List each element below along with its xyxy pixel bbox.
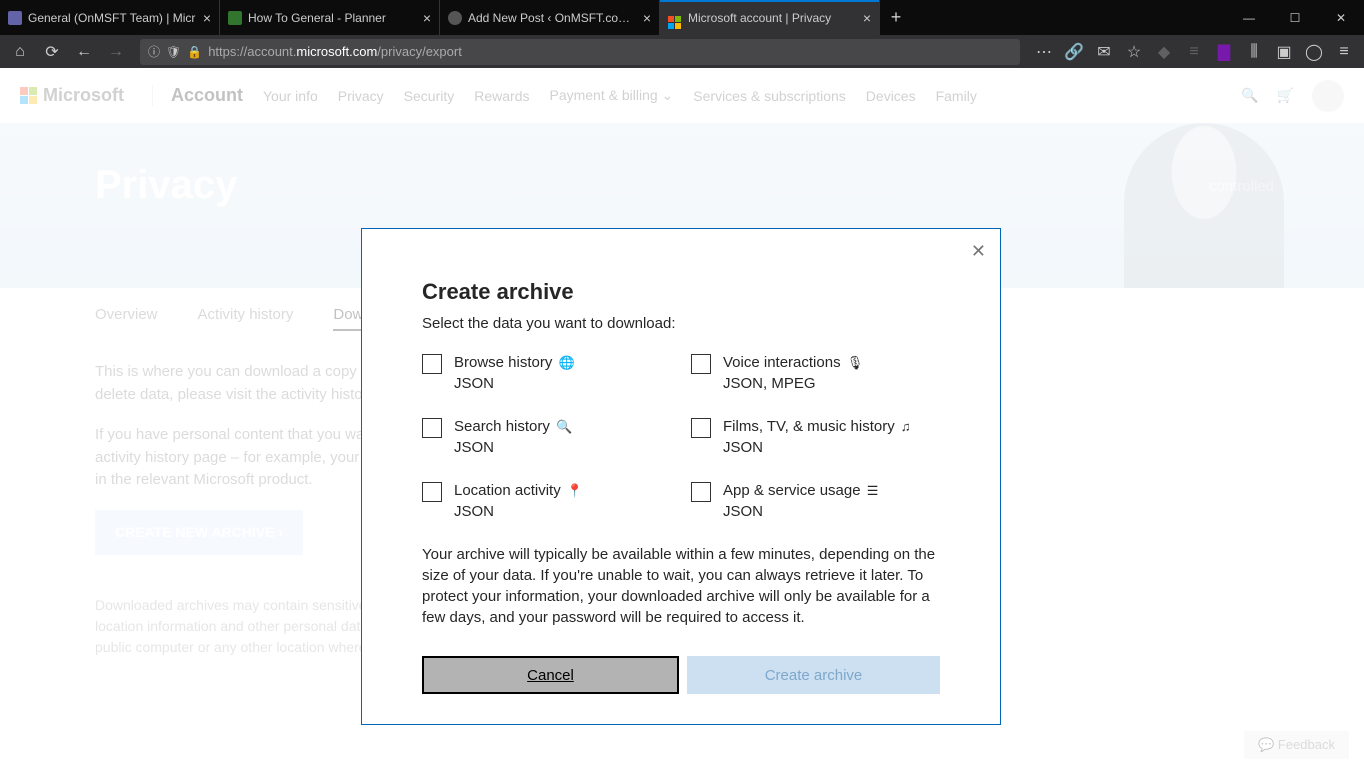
option-label: Search history xyxy=(454,418,550,435)
archive-option[interactable]: App & service usage ☰ JSON xyxy=(691,480,940,522)
more-icon[interactable]: ⋯ xyxy=(1030,38,1058,66)
browser-tab-active[interactable]: Microsoft account | Privacy × xyxy=(660,0,880,35)
archive-option[interactable]: Browse history 🌐 JSON xyxy=(422,352,671,394)
browser-tab[interactable]: General (OnMSFT Team) | Micr × xyxy=(0,0,220,35)
location-icon: 📍 xyxy=(567,483,583,498)
cancel-button[interactable]: Cancel xyxy=(422,656,679,694)
planner-icon xyxy=(228,11,242,25)
url-text: https://account.microsoft.com/privacy/ex… xyxy=(208,44,462,59)
mail-icon[interactable]: ✉ xyxy=(1090,38,1118,66)
archive-option[interactable]: Location activity 📍 JSON xyxy=(422,480,671,522)
account-icon[interactable]: ◯ xyxy=(1300,38,1328,66)
option-format: JSON xyxy=(454,501,583,522)
browser-tab[interactable]: Add New Post ‹ OnMSFT.com — W × xyxy=(440,0,660,35)
info-icon[interactable]: ⓘ xyxy=(148,43,160,60)
checkbox[interactable] xyxy=(422,354,442,374)
checkbox[interactable] xyxy=(422,418,442,438)
modal-subtitle: Select the data you want to download: xyxy=(422,315,940,332)
tab-title: Add New Post ‹ OnMSFT.com — W xyxy=(468,11,639,25)
create-archive-modal: ✕ Create archive Select the data you wan… xyxy=(361,228,1001,725)
tab-title: How To General - Planner xyxy=(248,11,419,25)
archive-option[interactable]: Films, TV, & music history ♫ JSON xyxy=(691,416,940,458)
wordpress-icon xyxy=(448,11,462,25)
mic-icon: 🎙 xyxy=(847,355,864,370)
option-format: JSON, MPEG xyxy=(723,373,863,394)
checkbox[interactable] xyxy=(691,482,711,502)
close-icon[interactable]: ✕ xyxy=(971,241,986,262)
window-close[interactable]: ✕ xyxy=(1318,0,1364,35)
tab-title: Microsoft account | Privacy xyxy=(688,11,859,25)
option-label: Location activity xyxy=(454,482,561,499)
checkbox[interactable] xyxy=(691,354,711,374)
window-minimize[interactable]: — xyxy=(1226,0,1272,35)
list-icon: ☰ xyxy=(867,483,879,498)
option-label: App & service usage xyxy=(723,482,861,499)
archive-option[interactable]: Voice interactions 🎙 JSON, MPEG xyxy=(691,352,940,394)
menu-icon[interactable]: ≡ xyxy=(1330,38,1358,66)
lock-icon: 🔒 xyxy=(187,45,202,59)
option-label: Films, TV, & music history xyxy=(723,418,895,435)
shield-icon[interactable]: 🛡 xyxy=(166,45,181,59)
checkbox[interactable] xyxy=(691,418,711,438)
ext-icon[interactable]: ◆ xyxy=(1150,38,1178,66)
option-label: Voice interactions xyxy=(723,354,841,371)
option-format: JSON xyxy=(454,437,572,458)
archive-option[interactable]: Search history 🔍 JSON xyxy=(422,416,671,458)
sidebar-icon[interactable]: ▣ xyxy=(1270,38,1298,66)
search-icon: 🔍 xyxy=(556,419,572,434)
onenote-icon[interactable]: ▇ xyxy=(1210,38,1238,66)
teams-icon xyxy=(8,11,22,25)
close-icon[interactable]: × xyxy=(423,10,431,26)
new-tab-button[interactable]: + xyxy=(880,0,912,35)
option-format: JSON xyxy=(723,437,911,458)
ext-icon[interactable]: ≡ xyxy=(1180,38,1208,66)
library-icon[interactable]: ⫼ xyxy=(1240,38,1268,66)
browser-tab[interactable]: How To General - Planner × xyxy=(220,0,440,35)
address-bar[interactable]: ⓘ 🛡 🔒 https://account.microsoft.com/priv… xyxy=(140,39,1020,65)
home-icon[interactable]: ⌂ xyxy=(6,38,34,66)
link-icon[interactable]: 🔗 xyxy=(1060,38,1088,66)
close-icon[interactable]: × xyxy=(203,10,211,26)
star-icon[interactable]: ☆ xyxy=(1120,38,1148,66)
option-format: JSON xyxy=(723,501,878,522)
window-maximize[interactable]: ☐ xyxy=(1272,0,1318,35)
close-icon[interactable]: × xyxy=(863,10,871,26)
media-icon: ♫ xyxy=(901,419,911,434)
forward-icon[interactable]: → xyxy=(102,38,130,66)
browser-tab-bar: General (OnMSFT Team) | Micr × How To Ge… xyxy=(0,0,1364,35)
modal-title: Create archive xyxy=(422,279,940,305)
close-icon[interactable]: × xyxy=(643,10,651,26)
refresh-icon[interactable]: ⟳ xyxy=(38,38,66,66)
back-icon[interactable]: ← xyxy=(70,38,98,66)
browser-toolbar: ⌂ ⟳ ← → ⓘ 🛡 🔒 https://account.microsoft.… xyxy=(0,35,1364,68)
globe-icon: 🌐 xyxy=(559,355,575,370)
microsoft-icon xyxy=(668,11,682,25)
modal-description: Your archive will typically be available… xyxy=(422,544,940,628)
create-button[interactable]: Create archive xyxy=(687,656,940,694)
option-label: Browse history xyxy=(454,354,552,371)
option-format: JSON xyxy=(454,373,575,394)
checkbox[interactable] xyxy=(422,482,442,502)
tab-title: General (OnMSFT Team) | Micr xyxy=(28,11,199,25)
